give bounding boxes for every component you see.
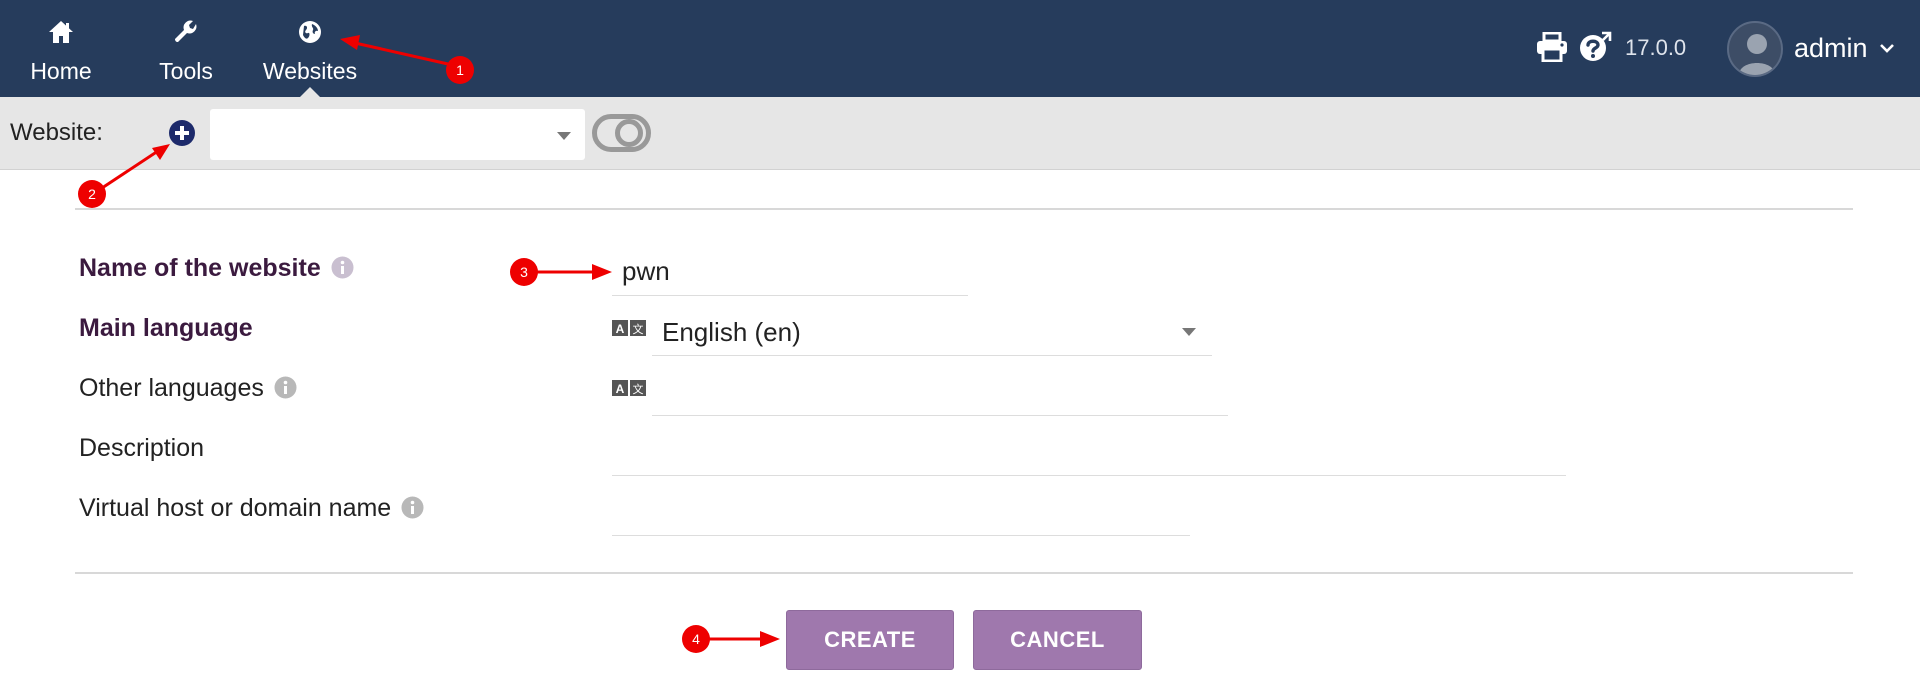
form-top-divider [75,208,1853,210]
label-virtual-host: Virtual host or domain name [79,494,424,523]
info-icon[interactable] [274,376,297,399]
annotation-marker-3: 3 [520,264,528,280]
app-version: 17.0.0 [1625,35,1687,60]
form-bottom-divider [75,572,1853,574]
website-name-value: pwn [622,256,670,286]
label-description: Description [79,434,205,462]
virtual-host-input[interactable] [612,490,1190,536]
main-language-value: English (en) [662,317,801,347]
info-icon[interactable] [401,496,424,519]
svg-text:文: 文 [633,322,644,336]
menu-item-tools[interactable]: Tools [146,0,226,97]
language-icon: A文 [612,318,648,338]
label-other-languages: Other languages [79,374,297,403]
annotation-arrow-3: 3 [510,258,612,286]
website-toolbar: Website: [0,97,1920,170]
avatar-icon[interactable] [1727,21,1783,77]
website-toggle[interactable] [592,114,651,152]
label-main-language: Main language [79,314,253,342]
website-select[interactable] [210,109,585,160]
caret-down-icon [557,132,571,140]
create-button[interactable]: CREATE [786,610,954,670]
wrench-icon [171,17,201,47]
caret-down-icon [1182,328,1196,336]
menu-label-websites: Websites [262,58,358,84]
svg-text:A: A [616,382,625,396]
info-icon[interactable] [331,256,354,279]
svg-text:A: A [616,322,625,336]
printer-icon[interactable] [1535,30,1569,64]
website-name-input[interactable]: pwn [612,252,968,296]
menu-label-tools: Tools [159,58,213,84]
annotation-marker-2: 2 [88,186,96,202]
other-languages-input[interactable] [652,370,1228,416]
chevron-down-icon[interactable] [1877,38,1897,58]
globe-icon [295,17,325,47]
language-icon: A文 [612,378,648,398]
menu-item-home[interactable]: Home [21,0,101,97]
menu-item-websites[interactable]: Websites [255,0,365,97]
active-menu-caret [300,87,320,97]
help-icon[interactable] [1578,30,1612,64]
annotation-arrow-4: 4 [682,625,780,653]
plus-circle-icon[interactable] [168,119,196,147]
description-input[interactable] [612,430,1566,476]
menu-label-home: Home [30,58,92,84]
cancel-button[interactable]: CANCEL [973,610,1142,670]
top-navbar: Home Tools Websites 17.0.0 admin [0,0,1920,97]
home-icon [46,17,76,47]
main-language-select[interactable]: English (en) [652,308,1212,356]
user-name[interactable]: admin [1794,33,1868,64]
website-label: Website: [10,119,103,146]
toggle-knob [615,119,643,147]
annotation-marker-4: 4 [692,631,700,647]
svg-text:文: 文 [633,382,644,396]
label-website-name: Name of the website [79,254,354,283]
